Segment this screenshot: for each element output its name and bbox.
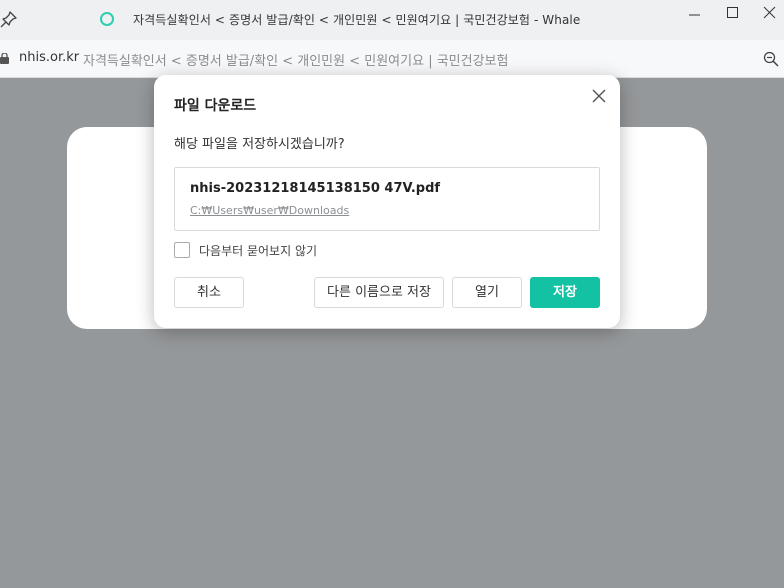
file-name: nhis-20231218145138150 47V.pdf bbox=[190, 181, 441, 196]
maximize-icon[interactable] bbox=[718, 4, 748, 24]
minimize-icon[interactable] bbox=[680, 4, 710, 24]
pin-icon[interactable] bbox=[0, 10, 18, 28]
zoom-icon[interactable] bbox=[763, 51, 779, 67]
whale-logo-icon bbox=[100, 12, 114, 26]
file-info-box: nhis-20231218145138150 47V.pdf C:₩Users₩… bbox=[174, 167, 600, 231]
window-titlebar: 자격득실확인서 < 증명서 발급/확인 < 개인민원 < 민원여기요 | 국민건… bbox=[0, 0, 784, 40]
file-download-dialog: 파일 다운로드 해당 파일을 저장하시겠습니까? nhis-2023121814… bbox=[154, 75, 620, 328]
close-icon[interactable] bbox=[754, 4, 784, 24]
save-button[interactable]: 저장 bbox=[530, 277, 600, 308]
dialog-close-icon[interactable] bbox=[591, 88, 607, 104]
window-title: 자격득실확인서 < 증명서 발급/확인 < 개인민원 < 민원여기요 | 국민건… bbox=[133, 13, 581, 27]
dont-ask-checkbox[interactable] bbox=[174, 242, 190, 258]
url-page-title[interactable]: 자격득실확인서 < 증명서 발급/확인 < 개인민원 < 민원여기요 | 국민건… bbox=[83, 50, 508, 69]
cancel-button[interactable]: 취소 bbox=[174, 277, 244, 308]
save-as-button[interactable]: 다른 이름으로 저장 bbox=[314, 277, 444, 308]
open-button[interactable]: 열기 bbox=[452, 277, 522, 308]
lock-icon[interactable] bbox=[0, 53, 9, 64]
address-bar[interactable]: nhis.or.kr 자격득실확인서 < 증명서 발급/확인 < 개인민원 < … bbox=[0, 40, 784, 78]
dont-ask-label[interactable]: 다음부터 묻어보지 않기 bbox=[199, 242, 317, 259]
dialog-title: 파일 다운로드 bbox=[174, 98, 257, 114]
url-domain[interactable]: nhis.or.kr bbox=[19, 50, 79, 65]
dialog-question: 해당 파일을 저장하시겠습니까? bbox=[174, 137, 345, 152]
file-path-link[interactable]: C:₩Users₩user₩Downloads bbox=[190, 204, 349, 217]
